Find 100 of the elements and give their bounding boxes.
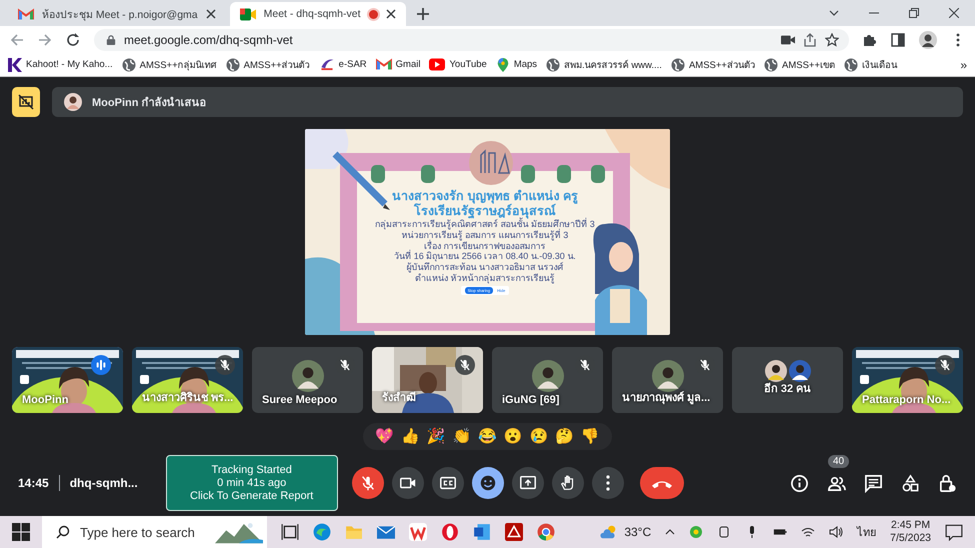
task-view-icon[interactable] bbox=[281, 523, 299, 541]
share-icon[interactable] bbox=[803, 32, 817, 46]
bookmark[interactable]: AMSS++ส่วนตัว bbox=[226, 57, 310, 72]
tracking-report-button[interactable]: Tracking Started 0 min 41s ago Click To Generate Report bbox=[166, 455, 338, 511]
map-pin-icon bbox=[496, 58, 510, 72]
bookmark[interactable]: AMSS++กลุ่มนิเทศ bbox=[122, 57, 217, 72]
play-logo-icon bbox=[429, 58, 446, 71]
swirl-browser-icon[interactable] bbox=[313, 523, 331, 541]
windows-logo-icon[interactable] bbox=[12, 523, 30, 541]
reaction-button[interactable]: 😢 bbox=[530, 426, 548, 447]
avatar bbox=[788, 360, 810, 382]
bookmark-label: Maps bbox=[514, 59, 538, 70]
reaction-button[interactable]: 👎 bbox=[580, 426, 600, 447]
smiley-icon bbox=[478, 474, 497, 492]
speaker-icon[interactable] bbox=[829, 525, 844, 539]
chat-icon[interactable] bbox=[864, 474, 883, 492]
more-bookmarks-button[interactable]: » bbox=[960, 58, 967, 72]
lock-icon bbox=[106, 34, 116, 44]
puzzle-icon[interactable] bbox=[863, 32, 877, 46]
presentation-off-button[interactable] bbox=[12, 87, 40, 117]
chevron-down-icon[interactable] bbox=[829, 8, 839, 18]
slide-text: ตำแหน่ง หัวหน้ากลุ่มสาระการเรียนรู้ bbox=[415, 272, 555, 284]
taskbar-date: 7/5/2023 bbox=[890, 532, 931, 545]
bookmark-label: AMSS++กลุ่มนิเทศ bbox=[140, 59, 217, 72]
participant-name: iGuNG [69] bbox=[502, 394, 560, 406]
chevron-up-icon[interactable] bbox=[665, 527, 676, 537]
bookmark[interactable]: YouTube bbox=[429, 58, 487, 71]
video-camera-icon bbox=[240, 8, 256, 20]
slide-heading: โรงเรียนรัฐราษฎร์อนุสรณ์ bbox=[414, 204, 556, 219]
globe-icon bbox=[764, 58, 778, 72]
wifi-icon[interactable] bbox=[801, 525, 816, 539]
new-tab-icon[interactable] bbox=[416, 7, 430, 21]
close-icon[interactable] bbox=[386, 9, 396, 19]
hand-button[interactable] bbox=[552, 467, 584, 499]
shapes-icon[interactable] bbox=[901, 474, 920, 492]
reload-icon[interactable] bbox=[66, 32, 80, 46]
bookmark[interactable]: เงินเดือน bbox=[844, 57, 898, 72]
video-camera-icon[interactable] bbox=[781, 32, 795, 46]
browser-tab[interactable]: ห้องประชุม Meet - p.noigor@gma bbox=[8, 2, 226, 26]
close-icon[interactable] bbox=[949, 8, 959, 18]
back-icon[interactable] bbox=[10, 32, 24, 46]
profile-avatar[interactable] bbox=[919, 30, 937, 48]
lock-person-icon[interactable] bbox=[938, 474, 957, 492]
address-bar[interactable]: meet.google.com/dhq-sqmh-vet bbox=[94, 28, 849, 50]
presenter-text: MooPinn กำลังนำเสนอ bbox=[92, 96, 206, 111]
bookmark[interactable]: e-SAR bbox=[318, 58, 367, 71]
bookmark[interactable]: Gmail bbox=[376, 58, 420, 71]
captions-button[interactable] bbox=[432, 467, 464, 499]
reaction-button[interactable]: 😂 bbox=[478, 426, 497, 447]
reaction-button[interactable]: 👏 bbox=[452, 426, 472, 447]
avatar bbox=[64, 93, 82, 111]
camera-tray-icon[interactable] bbox=[717, 525, 732, 539]
restore-icon[interactable] bbox=[909, 8, 919, 18]
close-icon[interactable] bbox=[206, 9, 216, 19]
participant-tile[interactable]: Suree Meepoo bbox=[252, 347, 363, 413]
pdf-app-icon[interactable] bbox=[505, 523, 523, 541]
w-logo-app-icon[interactable] bbox=[409, 523, 427, 541]
participant-tile[interactable]: นายภาณุพงศ์ มูล... bbox=[612, 347, 723, 413]
reaction-button[interactable]: 🤔 bbox=[555, 426, 574, 447]
bookmark[interactable]: AMSS++ส่วนตัว bbox=[670, 57, 755, 72]
ring-logo-icon[interactable] bbox=[441, 523, 459, 541]
bookmark[interactable]: Kahoot! - My Kaho... bbox=[8, 58, 113, 72]
bookmark[interactable]: Maps bbox=[496, 58, 538, 72]
slide-text: เรื่อง การเขียนกราฟของอสมการ bbox=[424, 240, 546, 252]
side-panel-icon[interactable] bbox=[891, 32, 905, 46]
reactions-button[interactable] bbox=[472, 467, 504, 499]
avatar bbox=[292, 360, 324, 392]
participant-tile[interactable]: iGuNG [69] bbox=[492, 347, 603, 413]
envelope-icon[interactable] bbox=[377, 523, 395, 541]
reaction-button[interactable]: 💖 bbox=[375, 426, 394, 447]
slide-text: กลุ่มสาระการเรียนรู้คณิตศาสตร์ สอนชั้น มัธยมศึกษาปีที่ 3 bbox=[375, 219, 595, 230]
round-browser-icon[interactable] bbox=[537, 523, 555, 541]
info-icon[interactable] bbox=[790, 474, 809, 492]
document-app-icon[interactable] bbox=[473, 523, 491, 541]
present-button[interactable] bbox=[512, 467, 544, 499]
bookmark-label: AMSS++ส่วนตัว bbox=[244, 59, 310, 72]
captions-icon bbox=[438, 474, 457, 492]
reaction-button[interactable]: 👍 bbox=[401, 426, 420, 447]
more-button[interactable] bbox=[592, 467, 624, 499]
more-icon bbox=[606, 475, 610, 491]
participant-tile[interactable]: อีก 32 คน bbox=[732, 347, 843, 413]
reaction-button[interactable]: 😮 bbox=[504, 426, 523, 447]
meeting-code: dhq-sqmh... bbox=[70, 476, 138, 490]
browser-tab[interactable]: Meet - dhq-sqmh-vet bbox=[230, 2, 406, 26]
participant-name: อีก 32 คน bbox=[762, 382, 812, 397]
slide-text: หน่วยการเรียนรู้ อสมการ แผนการเรียนรู้ที่ 3 bbox=[402, 230, 568, 240]
leave-button[interactable] bbox=[640, 467, 684, 499]
k-logo-icon bbox=[8, 58, 22, 72]
bookmark[interactable]: สพม.นครสวรรค์ www.... bbox=[546, 57, 662, 72]
notification-icon[interactable] bbox=[945, 523, 963, 541]
camera-button[interactable] bbox=[392, 467, 424, 499]
star-icon[interactable] bbox=[825, 32, 839, 46]
mic-button[interactable] bbox=[352, 467, 384, 499]
bookmark[interactable]: AMSS++เขต bbox=[764, 57, 836, 72]
bookmark-label: Gmail bbox=[396, 59, 420, 70]
speaking-indicator-icon bbox=[91, 355, 111, 375]
taskbar-search-field[interactable]: Type here to search bbox=[42, 516, 267, 548]
input-language[interactable]: ไทย bbox=[857, 523, 876, 541]
reaction-button[interactable]: 🎉 bbox=[426, 426, 446, 447]
forward-icon[interactable] bbox=[38, 32, 52, 46]
